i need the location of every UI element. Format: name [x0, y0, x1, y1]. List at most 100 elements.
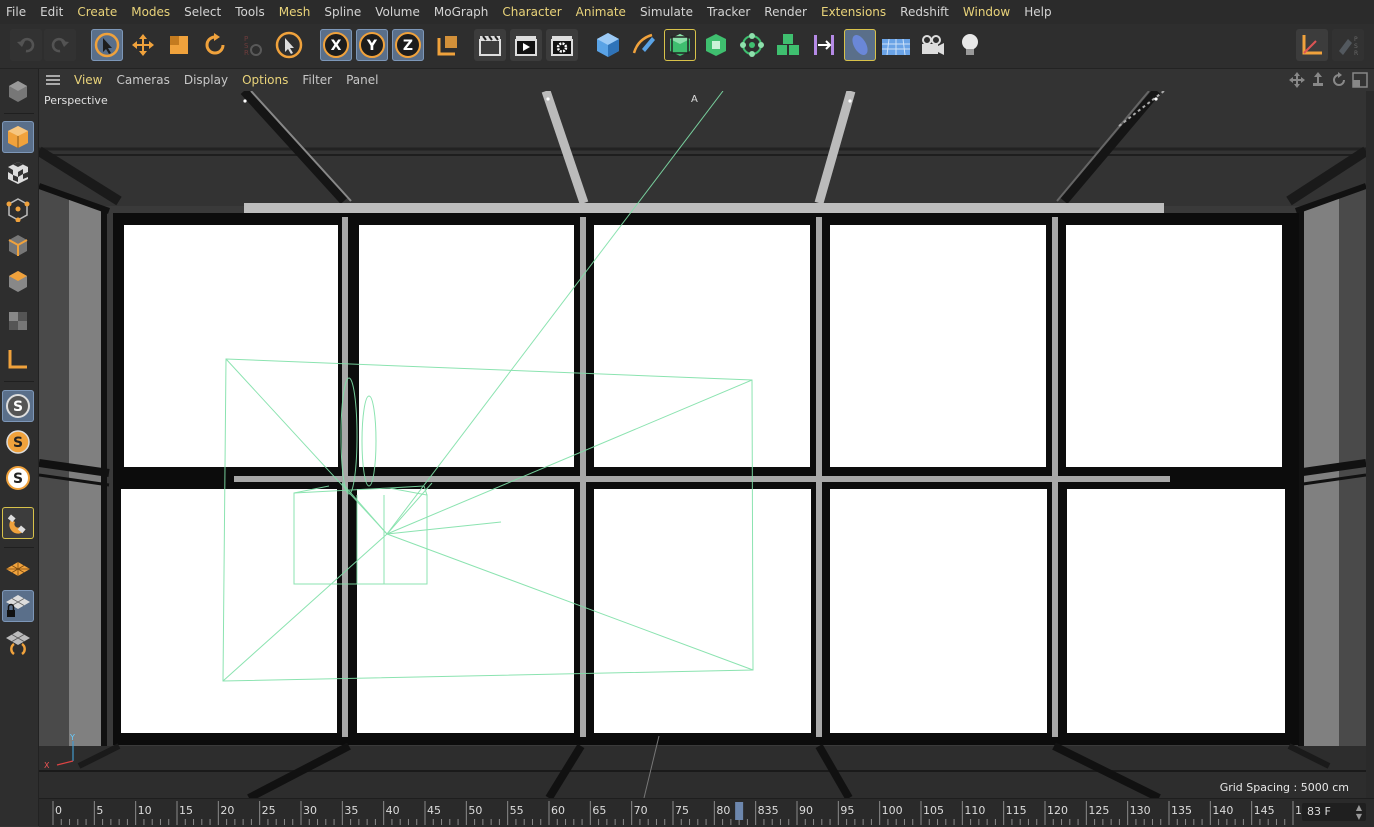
menu-extensions[interactable]: Extensions: [814, 0, 893, 24]
snap-icon: S: [6, 394, 30, 418]
camera-button[interactable]: [916, 29, 948, 61]
maximize-icon[interactable]: [1352, 72, 1368, 88]
tweak-mode-button[interactable]: [2, 507, 34, 539]
coordinate-system-button[interactable]: [432, 29, 464, 61]
texture-mode-button[interactable]: [2, 157, 34, 189]
timeline-tick-label: 120: [1047, 804, 1068, 817]
pen-tool-button[interactable]: [628, 29, 660, 61]
svg-text:R: R: [1354, 50, 1358, 57]
undo-button[interactable]: [10, 29, 42, 61]
snap-settings-button[interactable]: S: [2, 426, 34, 458]
timeline-tick-label: 145: [1254, 804, 1275, 817]
move-tool-button[interactable]: [127, 29, 159, 61]
viewport-menu-filter[interactable]: Filter: [295, 69, 339, 91]
menu-redshift[interactable]: Redshift: [893, 0, 956, 24]
polygons-mode-button[interactable]: [2, 265, 34, 297]
make-editable-icon: [9, 81, 27, 102]
dolly-icon[interactable]: [1310, 72, 1326, 88]
z-axis-lock-button[interactable]: Z: [392, 29, 424, 61]
svg-text:Z: Z: [403, 38, 413, 54]
timeline-ruler[interactable]: 0 5 10 15 20 25 30 35 40 45 50 55 60 65 70 75 80 835 90 95 1…: [39, 798, 1374, 827]
polygons-mode-icon: [9, 271, 27, 292]
mograph-button[interactable]: [772, 29, 804, 61]
subdivision-surface-button[interactable]: [664, 29, 696, 61]
edges-mode-button[interactable]: [2, 229, 34, 261]
light-button[interactable]: [954, 29, 986, 61]
live-selection-button[interactable]: [91, 29, 123, 61]
viewport-menu-display[interactable]: Display: [177, 69, 235, 91]
viewport-hamburger-icon[interactable]: [46, 75, 60, 85]
y-axis-lock-button[interactable]: Y: [356, 29, 388, 61]
deformer-button[interactable]: [808, 29, 840, 61]
render-picture-viewer-button[interactable]: [510, 29, 542, 61]
menu-tools[interactable]: Tools: [228, 0, 272, 24]
menu-volume[interactable]: Volume: [368, 0, 427, 24]
menu-edit[interactable]: Edit: [33, 0, 70, 24]
timeline-tick-label: 110: [964, 804, 985, 817]
environment-button[interactable]: [844, 29, 876, 61]
timeline-tick-label: 835: [758, 804, 779, 817]
viewport-camera-label[interactable]: Perspective: [44, 94, 108, 107]
viewport-menu-view[interactable]: View: [67, 69, 109, 91]
timeline-tick-label: 135: [1171, 804, 1192, 817]
menu-animate[interactable]: Animate: [569, 0, 633, 24]
make-editable-button[interactable]: [2, 75, 34, 107]
svg-text:X: X: [44, 761, 50, 770]
menu-render[interactable]: Render: [757, 0, 814, 24]
model-mode-button[interactable]: [2, 121, 34, 153]
timeline-playhead[interactable]: [735, 802, 744, 820]
menu-create[interactable]: Create: [70, 0, 124, 24]
menu-mograph[interactable]: MoGraph: [427, 0, 496, 24]
current-frame-field[interactable]: 83 F ▲ ▼: [1302, 803, 1366, 821]
x-axis-icon: X: [323, 32, 349, 58]
timeline-scale[interactable]: 0 5 10 15 20 25 30 35 40 45 50 55 60 65 70 75 80 835 90 95 1…: [39, 799, 1301, 827]
points-mode-button[interactable]: [2, 193, 34, 225]
psr-button[interactable]: PSR: [235, 29, 267, 61]
frame-spinner-icon[interactable]: ▲ ▼: [1356, 803, 1362, 821]
floor-button[interactable]: [880, 29, 912, 61]
perspective-viewport[interactable]: Perspective A Y X Grid Spacing : 5000 cm: [39, 91, 1366, 798]
uv-mode-icon: [9, 312, 27, 330]
rotate-tool-button[interactable]: [199, 29, 231, 61]
timeline-tick-label: 90: [799, 804, 813, 817]
extrude-button[interactable]: [700, 29, 732, 61]
axis-button[interactable]: [1296, 29, 1328, 61]
menu-file[interactable]: File: [0, 0, 33, 24]
menu-spline[interactable]: Spline: [317, 0, 368, 24]
menu-tracker[interactable]: Tracker: [700, 0, 757, 24]
timeline-tick-label: 105: [923, 804, 944, 817]
menu-window[interactable]: Window: [956, 0, 1017, 24]
uv-mode-button[interactable]: [2, 305, 34, 337]
last-tool-button[interactable]: [273, 29, 305, 61]
render-settings-button[interactable]: [546, 29, 578, 61]
timeline-tick-label: 130: [1130, 804, 1151, 817]
locked-workplane-button[interactable]: [2, 590, 34, 622]
align-workplane-button[interactable]: [2, 626, 34, 658]
menu-simulate[interactable]: Simulate: [633, 0, 700, 24]
cloner-button[interactable]: [736, 29, 768, 61]
scale-tool-button[interactable]: [163, 29, 195, 61]
menu-select[interactable]: Select: [177, 0, 228, 24]
menu-mesh[interactable]: Mesh: [272, 0, 318, 24]
x-axis-lock-button[interactable]: X: [320, 29, 352, 61]
menu-help[interactable]: Help: [1017, 0, 1058, 24]
snap-button[interactable]: S: [2, 390, 34, 422]
svg-text:Y: Y: [366, 38, 378, 54]
workplane-button[interactable]: [2, 554, 34, 586]
viewport-menu-items: View Cameras Display Options Filter Panel: [67, 69, 385, 91]
orbit-icon[interactable]: [1331, 72, 1347, 88]
menu-character[interactable]: Character: [495, 0, 568, 24]
menu-modes[interactable]: Modes: [124, 0, 177, 24]
viewport-menu-panel[interactable]: Panel: [339, 69, 385, 91]
cube-object-button[interactable]: [592, 29, 624, 61]
workplane-snap-button[interactable]: S: [2, 462, 34, 494]
render-view-button[interactable]: [474, 29, 506, 61]
timeline-tick-label: 95: [840, 804, 854, 817]
viewport-menu-cameras[interactable]: Cameras: [109, 69, 176, 91]
pan-icon[interactable]: [1289, 72, 1305, 88]
viewport-menu-options[interactable]: Options: [235, 69, 295, 91]
psr-lock-button[interactable]: PSR: [1332, 29, 1364, 61]
axis-mode-button[interactable]: [2, 343, 34, 375]
timeline-tick-label: 40: [386, 804, 400, 817]
redo-button[interactable]: [44, 29, 76, 61]
